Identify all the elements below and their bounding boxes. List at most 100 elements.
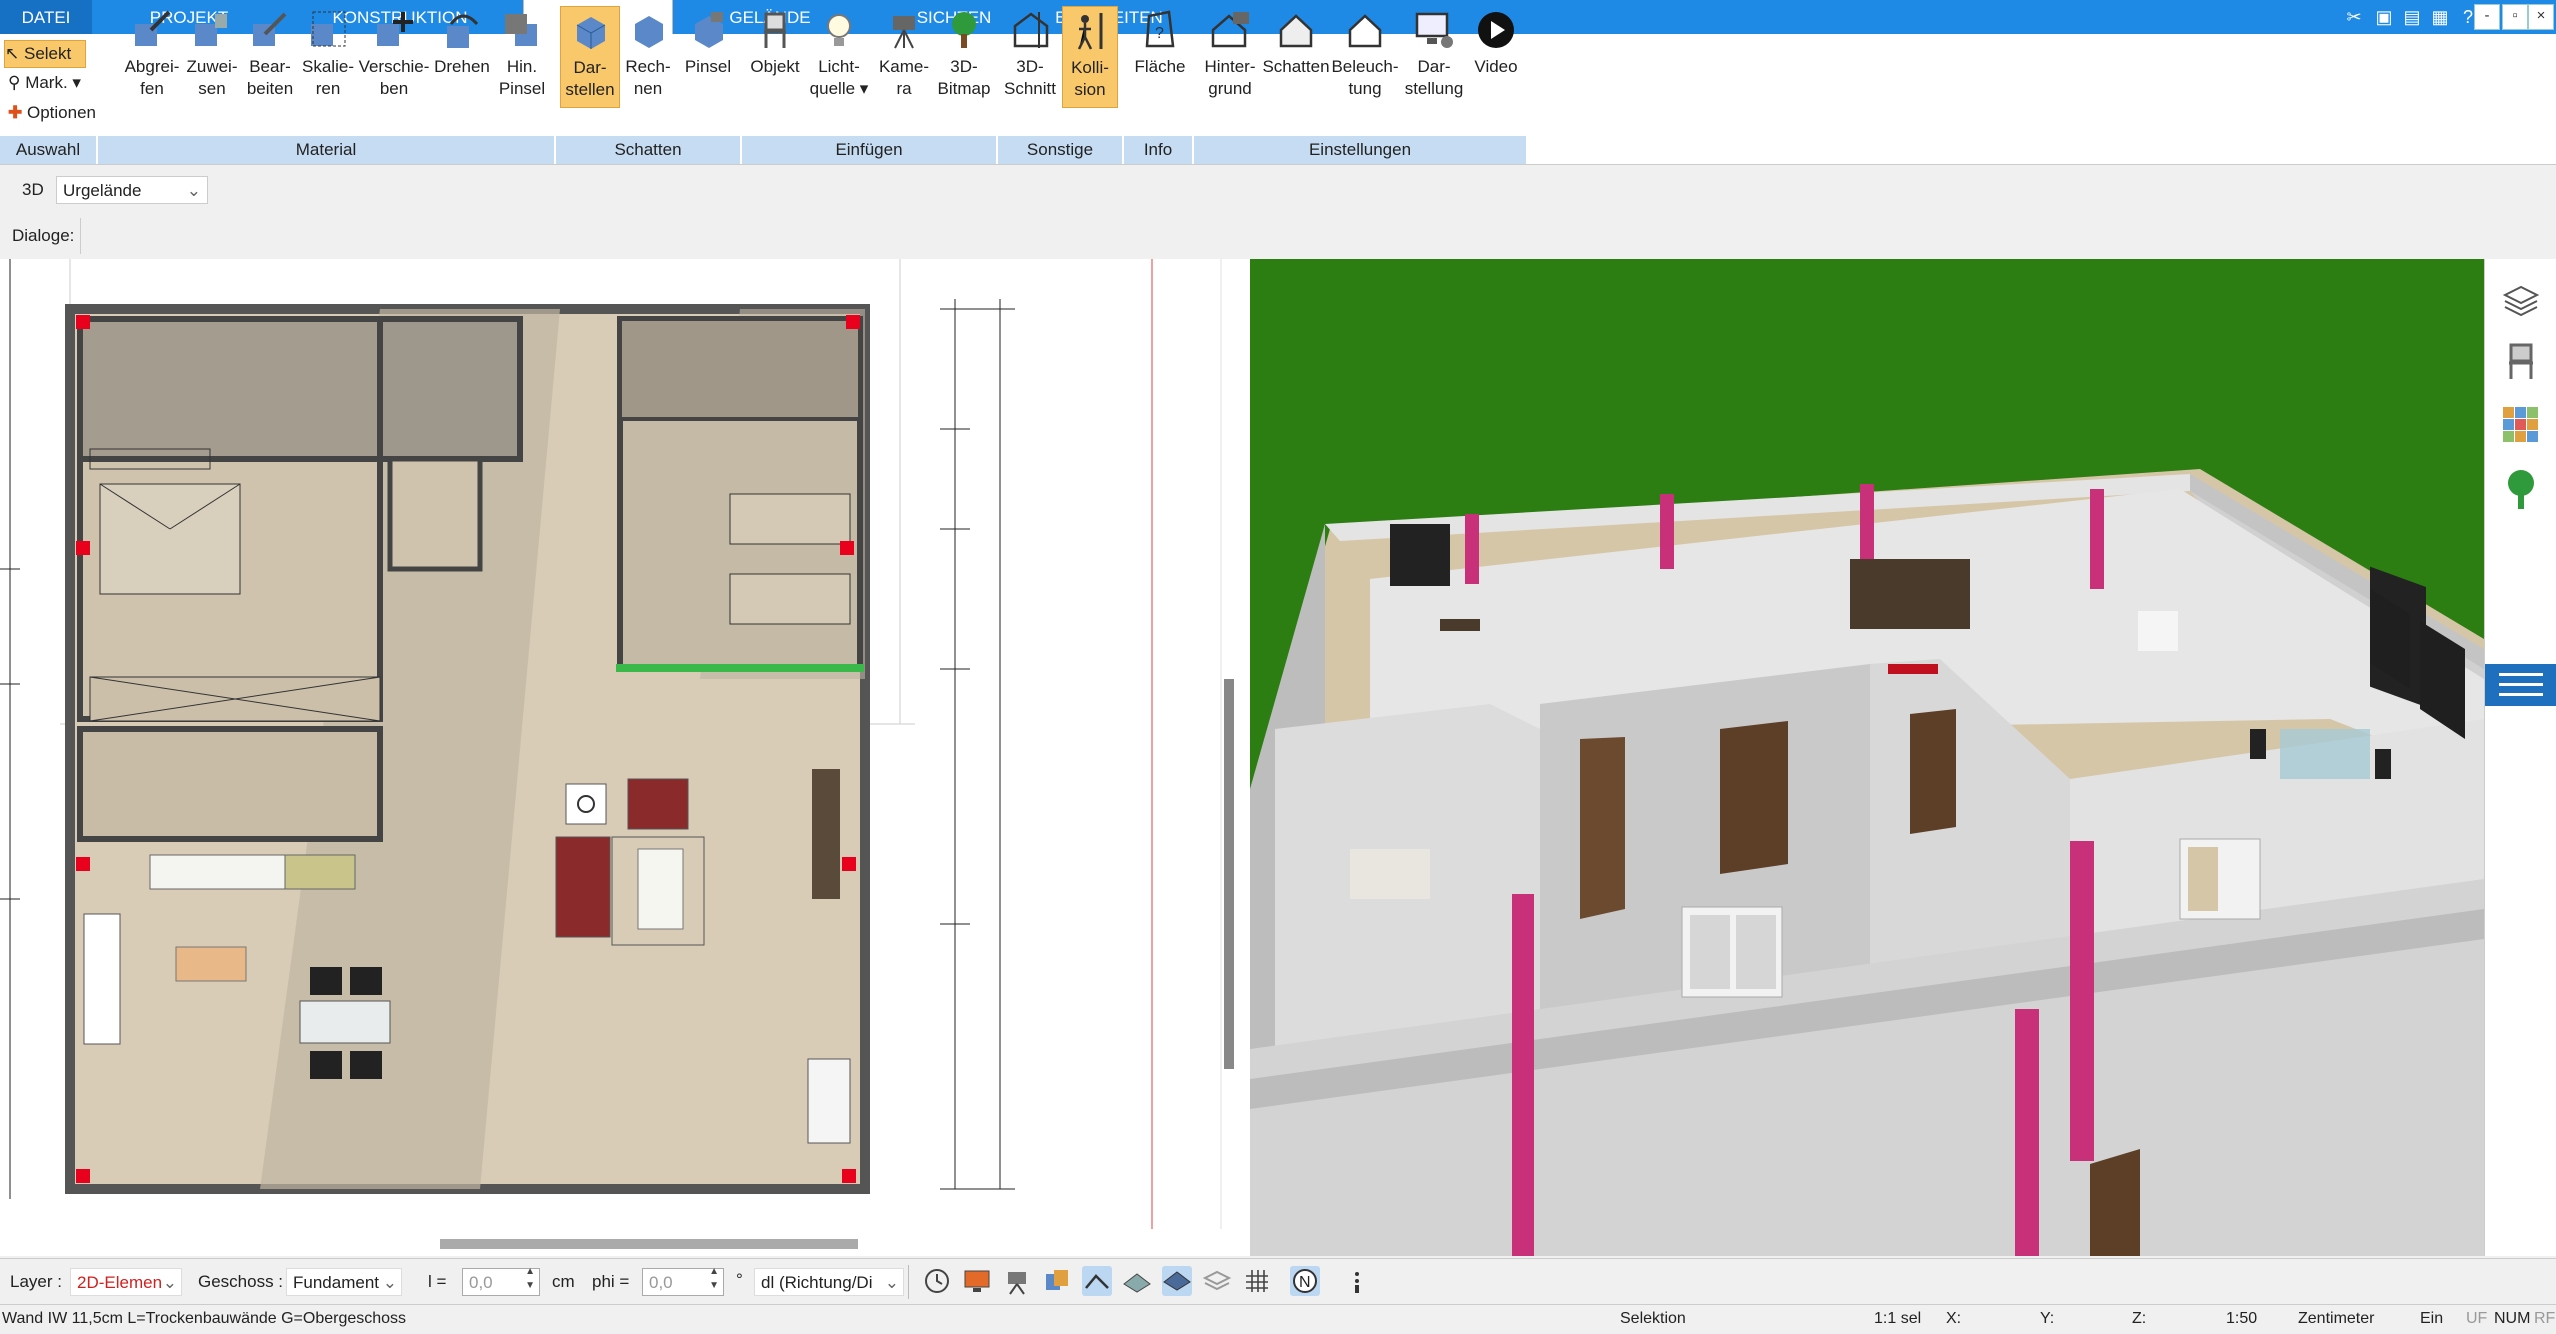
floor-plan-view[interactable]	[0, 259, 1230, 1249]
chevron-down-icon: ⌄	[382, 1273, 397, 1292]
eyedropper-icon	[135, 10, 171, 46]
kollision-button[interactable]: Kolli-sion	[1062, 6, 1118, 108]
render-monitor-icon[interactable]	[962, 1266, 992, 1296]
schatten-pinsel-button[interactable]: Pinsel	[680, 6, 736, 106]
layers-icon[interactable]	[2501, 281, 2541, 321]
direction-select[interactable]: dl (Richtung/Di ⌄	[754, 1268, 904, 1296]
furniture-icon[interactable]	[2501, 341, 2541, 381]
beleuchtung-button[interactable]: Beleuch-tung	[1330, 6, 1400, 106]
kamera-button[interactable]: Kame-ra	[874, 6, 934, 106]
abgreifen-button[interactable]: Abgrei-fen	[120, 6, 184, 106]
materials-icon[interactable]	[2501, 405, 2541, 445]
grid-icon[interactable]	[1242, 1266, 1272, 1296]
north-icon[interactable]: N	[1290, 1266, 1320, 1296]
group-schatten: Schatten	[556, 136, 742, 164]
draw-line-icon[interactable]	[1082, 1266, 1112, 1296]
geschoss-value: Fundament	[293, 1273, 379, 1292]
zuweisen-button[interactable]: Zuwei-sen	[184, 6, 240, 106]
layer-select[interactable]: 2D-Elemen ⌄	[70, 1268, 182, 1296]
side-panel	[2484, 259, 2556, 1256]
plants-icon[interactable]	[2501, 467, 2541, 511]
schatten-einstellung-label: Schatten	[1262, 57, 1330, 76]
camera-path-icon[interactable]	[1002, 1266, 1032, 1296]
darstellen-schatten-button[interactable]: Dar-stellen	[560, 6, 620, 108]
layers-stack-icon[interactable]	[1202, 1266, 1232, 1296]
beleuchtung-label: Beleuch-	[1331, 57, 1399, 76]
stepper-icon[interactable]: ▲ ▼	[525, 1265, 535, 1293]
hintergrund-button[interactable]: Hinter-grund	[1198, 6, 1262, 106]
stepper-icon[interactable]: ▲ ▼	[709, 1265, 719, 1293]
layer-label: Layer :	[10, 1272, 62, 1291]
3d-schnitt-button[interactable]: 3D- Schnitt	[1002, 6, 1058, 106]
dialoge-label: Dialoge:	[12, 226, 75, 245]
background-house-icon	[1211, 12, 1249, 48]
optionen-button[interactable]: ✚ Optionen	[8, 100, 96, 126]
terrain-select-value: Urgelände	[63, 181, 142, 200]
length-input[interactable]: 0,0 ▲ ▼	[462, 1265, 540, 1296]
darstellung-button[interactable]: Dar-stellung	[1400, 6, 1468, 106]
phi-input[interactable]: 0,0 ▲ ▼	[642, 1265, 724, 1296]
clock-icon[interactable]	[922, 1266, 952, 1296]
mark-button[interactable]: ⚲ Mark. ▾	[8, 70, 81, 96]
3d-bitmap-button[interactable]: 3D- Bitmap	[936, 6, 992, 106]
kamera-label-2: ra	[896, 79, 912, 98]
kollision-label: Kolli-	[1071, 58, 1109, 77]
restore-button[interactable]: ▫	[2502, 4, 2528, 30]
panel-menu-button[interactable]	[2485, 664, 2556, 706]
flaeche-button[interactable]: ? Fläche	[1130, 6, 1190, 106]
dialog-toolbar: Dialoge:	[0, 214, 2556, 258]
plan-vertical-scrollbar[interactable]	[1224, 679, 1234, 1069]
brush-icon	[505, 14, 537, 46]
video-button[interactable]: Video	[1470, 6, 1522, 106]
objekt-button[interactable]: Objekt	[744, 6, 806, 106]
geschoss-select[interactable]: Fundament ⌄	[286, 1268, 402, 1296]
layout-icon[interactable]: ▤	[2400, 5, 2424, 29]
plus-icon: ✚	[8, 103, 23, 122]
lichtquelle-button[interactable]: Licht-quelle ▾	[806, 6, 872, 106]
3d-view[interactable]	[1250, 259, 2484, 1256]
zuweisen-label: Zuwei-	[186, 57, 238, 76]
bearbeiten-button[interactable]: Bear-beiten	[240, 6, 300, 106]
schatten-pinsel-label: Pinsel	[684, 57, 732, 76]
bearbeiten-label-2: beiten	[246, 79, 294, 98]
plane-icon[interactable]	[1162, 1266, 1192, 1296]
window-icon[interactable]: ▣	[2372, 5, 2396, 29]
3d-label: 3D	[22, 180, 44, 199]
phi-label: phi =	[592, 1272, 630, 1291]
verschieben-label: Verschie-	[358, 57, 430, 76]
menu-icon-line	[2499, 693, 2543, 696]
group-material: Material	[98, 136, 556, 164]
close-button[interactable]: ×	[2528, 4, 2554, 30]
shadow-cube-icon	[576, 17, 606, 49]
phi-unit: °	[736, 1270, 743, 1289]
lightbulb-icon	[827, 14, 851, 46]
plan-horizontal-scrollbar[interactable]	[440, 1239, 858, 1249]
hin-pinsel-button[interactable]: Hin. Pinsel	[494, 6, 550, 106]
minimize-button[interactable]: -	[2474, 4, 2500, 30]
verschieben-button[interactable]: Verschie-ben	[356, 6, 432, 106]
schatten-einstellung-button[interactable]: Schatten	[1262, 6, 1330, 106]
image-icon[interactable]: ▦	[2428, 5, 2452, 29]
section-cut-icon	[1013, 12, 1049, 48]
floor-plan-drawing	[0, 259, 1230, 1249]
rechnen-button[interactable]: Rech-nen	[620, 6, 676, 106]
bearbeiten-label: Bear-	[249, 57, 291, 76]
tab-datei[interactable]: DATEI	[0, 0, 92, 34]
objects-icon[interactable]	[1042, 1266, 1072, 1296]
tools-icon[interactable]: ✂	[2342, 5, 2366, 29]
terrain-select[interactable]: Urgelände ⌄	[56, 176, 208, 204]
more-options-icon[interactable]	[1342, 1266, 1372, 1296]
person-collision-icon	[1077, 13, 1103, 50]
rechnen-label-2: nen	[633, 79, 663, 98]
3d-bitmap-label-2: Bitmap	[937, 79, 991, 98]
status-x: X:	[1946, 1310, 1962, 1327]
skalieren-button[interactable]: Skalie-ren	[300, 6, 356, 106]
status-scale: 1:50	[2226, 1310, 2258, 1327]
selekt-label: Selekt	[23, 44, 72, 63]
objekt-label: Objekt	[750, 57, 800, 76]
status-ein: Ein	[2420, 1310, 2444, 1327]
hatch-icon[interactable]	[1122, 1266, 1152, 1296]
selekt-button[interactable]: ↖ Selekt	[4, 40, 86, 68]
drehen-button[interactable]: Drehen	[432, 6, 492, 106]
phi-value: 0,0	[649, 1273, 673, 1292]
